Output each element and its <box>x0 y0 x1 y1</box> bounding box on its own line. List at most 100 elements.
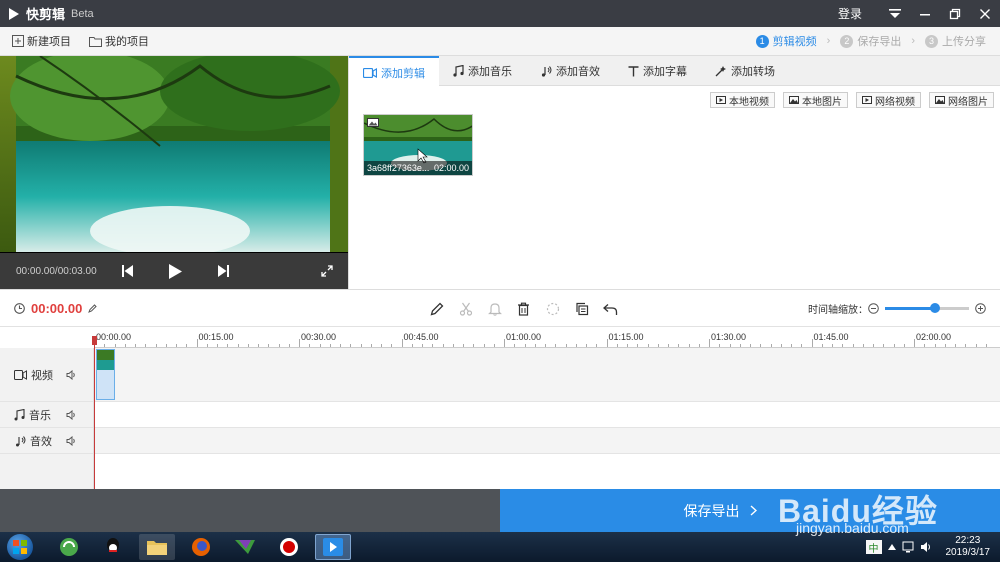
tray-arrow-icon[interactable] <box>887 544 896 550</box>
screen-recorder-icon[interactable] <box>271 534 307 560</box>
chevron-right-icon: › <box>826 35 831 47</box>
clock-icon <box>14 302 25 314</box>
ruler-minor-tick <box>483 344 485 347</box>
new-project-icon <box>12 35 24 47</box>
ruler-minor-tick <box>514 344 516 347</box>
ruler-minor-tick <box>524 344 526 347</box>
tab-label: 添加剪辑 <box>381 67 425 80</box>
local-video-button[interactable]: 本地视频 <box>710 92 775 108</box>
tab-add-music[interactable]: 添加音乐 <box>439 56 526 86</box>
ruler-minor-tick <box>924 344 926 347</box>
playhead[interactable] <box>94 339 95 489</box>
ruler-tick-label: 00:30.00 <box>301 332 337 342</box>
image-icon <box>789 96 799 104</box>
edit-time-icon[interactable] <box>88 303 98 313</box>
new-project-button[interactable]: 新建项目 <box>12 33 71 49</box>
track-name: 音乐 <box>29 409 51 422</box>
ruler-minor-tick <box>586 344 587 347</box>
video-track[interactable] <box>94 348 1000 402</box>
my-project-button[interactable]: 我的项目 <box>89 33 149 49</box>
current-time-value: 00:00.00 <box>31 300 83 316</box>
volume-icon[interactable] <box>920 541 932 553</box>
step-edit-video[interactable]: 1 剪辑视频 <box>755 33 817 49</box>
copy-icon[interactable] <box>567 298 596 320</box>
ruler-minor-tick <box>657 344 659 347</box>
ruler-minor-tick <box>842 344 844 347</box>
tab-add-subtitle[interactable]: 添加字幕 <box>614 56 701 86</box>
save-export-button[interactable]: 保存导出 <box>500 489 1000 532</box>
step-save-export[interactable]: 2 保存导出 <box>840 33 901 49</box>
local-image-button[interactable]: 本地图片 <box>783 92 848 108</box>
ruler-minor-tick <box>545 344 546 347</box>
zoom-slider-handle[interactable] <box>930 303 940 313</box>
undo-icon[interactable] <box>596 298 625 320</box>
close-icon[interactable] <box>970 0 1000 27</box>
skip-back-icon[interactable] <box>114 258 140 284</box>
system-clock[interactable]: 22:23 2019/3/17 <box>946 535 991 559</box>
firefox-icon[interactable] <box>183 534 219 560</box>
tab-add-transition[interactable]: 添加转场 <box>701 56 789 86</box>
media-tabs: 添加剪辑 添加音乐 添加音效 添加字幕 添加转场 <box>349 56 1000 87</box>
tab-label: 添加音乐 <box>468 66 512 78</box>
crop-icon[interactable] <box>538 298 567 320</box>
music-track[interactable] <box>94 402 1000 428</box>
network-icon[interactable] <box>902 541 914 553</box>
ruler-minor-tick <box>299 339 300 347</box>
zoom-slider[interactable] <box>885 303 969 313</box>
ruler-minor-tick <box>637 344 639 347</box>
ruler-tick-label: 00:15.00 <box>198 332 234 342</box>
maximize-icon[interactable] <box>940 0 970 27</box>
sound-effect-track[interactable] <box>94 428 1000 454</box>
transition-icon <box>715 66 726 77</box>
video-editor-app-icon[interactable] <box>227 534 263 560</box>
ruler-minor-tick <box>729 344 731 347</box>
play-icon[interactable] <box>162 258 188 284</box>
kuaijianji-taskbar-icon[interactable] <box>315 534 351 560</box>
web-video-button[interactable]: 网络视频 <box>856 92 921 108</box>
ruler-minor-tick <box>350 344 352 347</box>
step-label: 剪辑视频 <box>772 36 817 48</box>
step-upload-share[interactable]: 3 上传分享 <box>925 33 986 49</box>
start-button-icon[interactable] <box>7 534 33 560</box>
volume-icon[interactable] <box>66 369 77 380</box>
trash-icon[interactable] <box>509 298 538 320</box>
zoom-out-icon[interactable] <box>868 303 879 314</box>
ruler-minor-tick <box>893 344 895 347</box>
track-area[interactable] <box>94 348 1000 489</box>
minimize-icon[interactable] <box>910 0 940 27</box>
music-note-icon <box>14 408 25 420</box>
volume-icon[interactable] <box>66 409 77 420</box>
ruler-minor-tick <box>873 344 874 347</box>
text-icon <box>628 65 639 76</box>
ruler-minor-tick <box>411 344 413 347</box>
menu-dropdown-icon[interactable] <box>880 0 910 27</box>
ruler-minor-tick <box>165 344 167 347</box>
ruler-minor-tick <box>493 344 495 347</box>
fullscreen-icon[interactable] <box>314 258 340 284</box>
volume-icon[interactable] <box>66 435 77 446</box>
web-image-button[interactable]: 网络图片 <box>929 92 994 108</box>
media-thumbnail[interactable]: 3a68ff27363e... 02:00.00 <box>363 114 473 176</box>
security-app-icon[interactable] <box>51 534 87 560</box>
video-clip[interactable] <box>96 349 115 400</box>
login-link[interactable]: 登录 <box>838 5 862 22</box>
ruler-minor-tick <box>319 344 321 347</box>
skip-forward-icon[interactable] <box>210 258 236 284</box>
zoom-in-icon[interactable] <box>975 303 986 314</box>
file-explorer-icon[interactable] <box>139 534 175 560</box>
ruler-minor-tick <box>381 344 382 347</box>
ruler-minor-tick <box>944 344 946 347</box>
tab-add-clip[interactable]: 添加剪辑 <box>349 56 439 87</box>
image-type-icon <box>367 118 379 127</box>
pencil-icon[interactable] <box>422 298 451 320</box>
bell-icon[interactable] <box>480 298 509 320</box>
thumbnail-filename: 3a68ff27363e... <box>367 163 430 173</box>
time-ruler[interactable]: 00:00.00 00:15.00 00:30.00 00:45.00 01:00.00… <box>94 327 1000 348</box>
tab-add-sound-effect[interactable]: 添加音效 <box>526 56 614 86</box>
ruler-minor-tick <box>504 339 505 347</box>
scissors-icon[interactable] <box>451 298 480 320</box>
qq-icon[interactable] <box>95 534 131 560</box>
chevron-right-icon: › <box>911 35 915 47</box>
ime-indicator[interactable]: 中 <box>865 540 882 555</box>
workflow-steps: 1 剪辑视频 › 2 保存导出 › 3 上传分享 <box>755 33 986 49</box>
